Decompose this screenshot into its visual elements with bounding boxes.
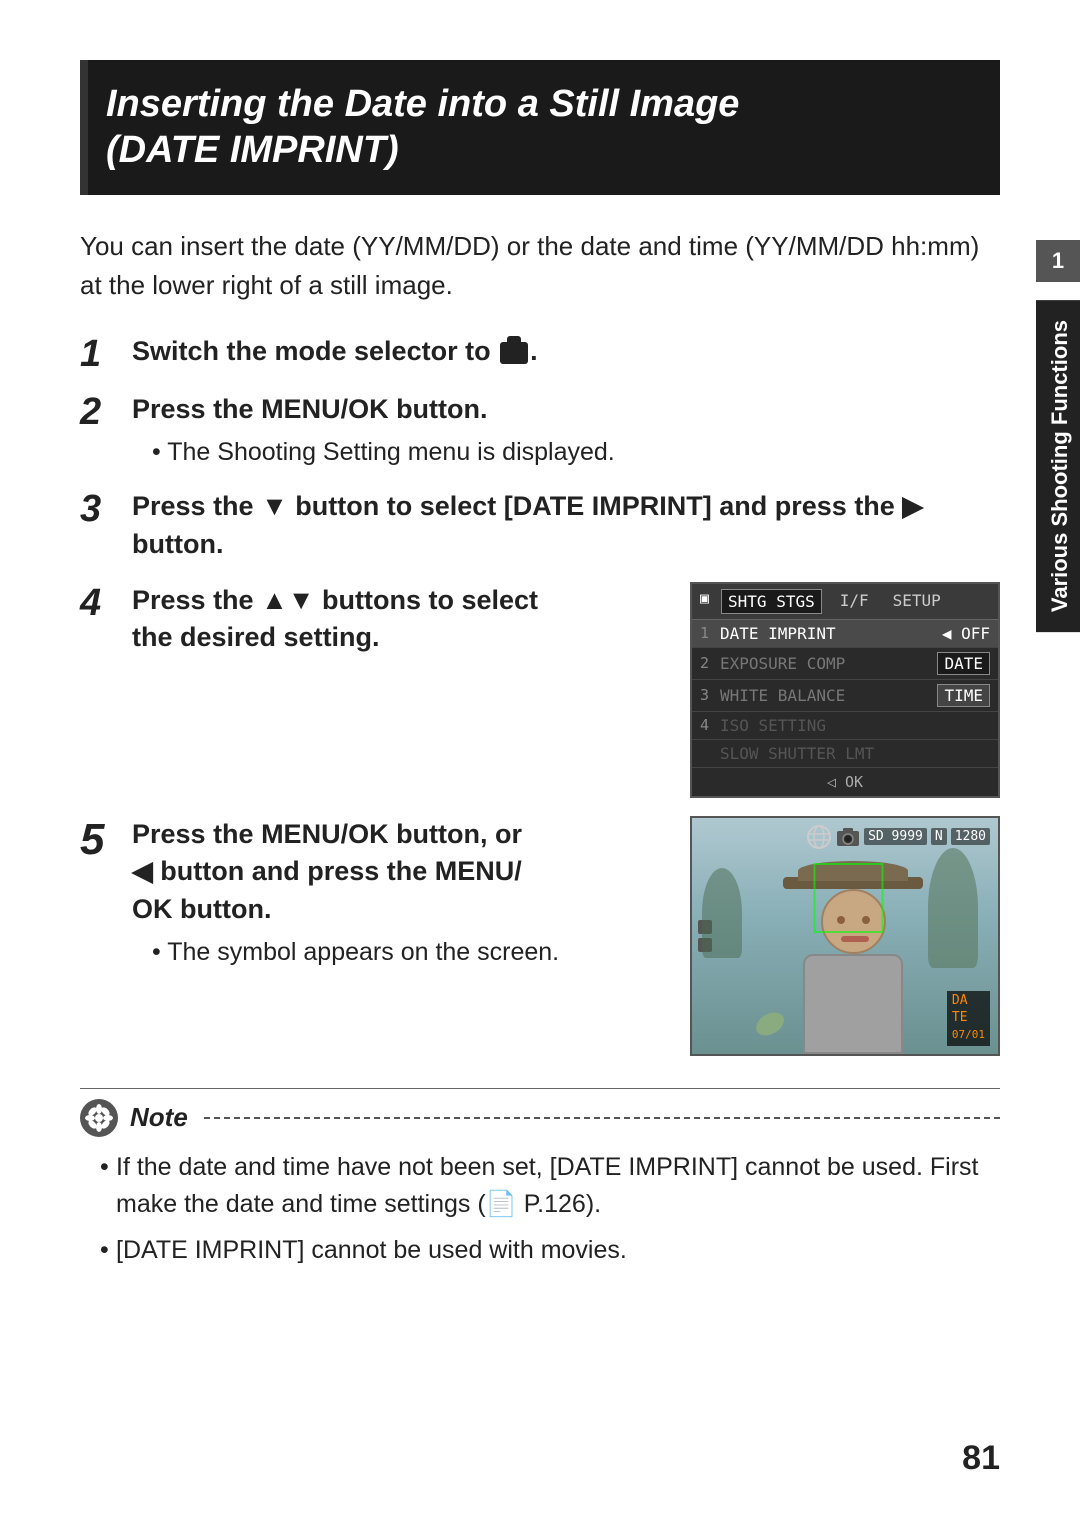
vf-globe-icon: [806, 824, 832, 850]
note-header: Note: [80, 1099, 1000, 1137]
vf-tree-2: [702, 868, 742, 958]
vf-resolution-label: 1280: [951, 828, 990, 845]
menu-row-4: 4 ISO SETTING: [692, 712, 998, 740]
step-number-2: 2: [80, 393, 132, 431]
step-number-3: 3: [80, 490, 132, 528]
step-1: 1 Switch the mode selector to .: [80, 333, 1000, 373]
note-items: If the date and time have not been set, …: [80, 1149, 1000, 1270]
step-content-1: Switch the mode selector to .: [132, 333, 1000, 371]
step-number-5: 5: [80, 818, 132, 862]
title-line1: Inserting the Date into a Still Image: [106, 82, 970, 128]
menu-row-3: 3 WHITE BALANCE TIME: [692, 680, 998, 712]
step-4-left: 4 Press the ▲▼ buttons to selectthe desi…: [80, 582, 660, 676]
menu-tab-setup: SETUP: [887, 589, 947, 614]
vf-sd-label: SD 9999: [864, 828, 927, 845]
menu-tab-shtg: SHTG STGS: [721, 589, 822, 614]
step-number-4: 4: [80, 584, 132, 622]
note-item-2: [DATE IMPRINT] cannot be used with movie…: [100, 1232, 1000, 1270]
title-line2: (DATE IMPRINT): [106, 128, 970, 174]
step-5-wrapper: 5 Press the MENU/OK button, or◀ button a…: [80, 816, 1000, 1056]
step-5: 5 Press the MENU/OK button, or◀ button a…: [80, 816, 660, 970]
page-number: 81: [962, 1439, 1000, 1478]
menu-screenshot: ▣ SHTG STGS I/F SETUP 1 DATE IMPRINT ◀ O…: [690, 582, 1000, 798]
vf-top-bar: SD 9999 N 1280: [806, 824, 990, 850]
step-number-1: 1: [80, 335, 132, 373]
menu-tab-if: I/F: [834, 589, 875, 614]
menu-row-5: SLOW SHUTTER LMT: [692, 740, 998, 768]
step-4: 4 Press the ▲▼ buttons to selectthe desi…: [80, 582, 660, 658]
step-5-sub: The symbol appears on the screen.: [132, 935, 660, 970]
vf-tree: [928, 848, 978, 968]
menu-tabs: ▣ SHTG STGS I/F SETUP: [692, 584, 998, 620]
menu-display: ▣ SHTG STGS I/F SETUP 1 DATE IMPRINT ◀ O…: [690, 582, 1000, 798]
step-content-5: Press the MENU/OK button, or◀ button and…: [132, 816, 660, 970]
menu-bottom: ◁ OK: [692, 768, 998, 796]
viewfinder-display: SD 9999 N 1280: [690, 816, 1000, 1056]
note-item-1: If the date and time have not been set, …: [100, 1149, 1000, 1224]
step-4-screenshot: ▣ SHTG STGS I/F SETUP 1 DATE IMPRINT ◀ O…: [690, 582, 1000, 798]
title-block: Inserting the Date into a Still Image (D…: [80, 60, 1000, 195]
step-4-wrapper: 4 Press the ▲▼ buttons to selectthe desi…: [80, 582, 1000, 798]
note-icon: [80, 1099, 118, 1137]
step-content-2: Press the MENU/OK button. The Shooting S…: [132, 391, 1000, 470]
intro-text: You can insert the date (YY/MM/DD) or th…: [80, 227, 1000, 305]
step-2: 2 Press the MENU/OK button. The Shooting…: [80, 391, 1000, 470]
vf-focus-frame: [814, 863, 884, 933]
menu-row-2: 2 EXPOSURE COMP DATE: [692, 648, 998, 680]
vf-mouth: [841, 936, 869, 942]
vf-camera-icon: [836, 827, 860, 847]
vf-body: [803, 954, 903, 1054]
note-dashes: [204, 1117, 1000, 1119]
vf-n-label: N: [931, 828, 947, 845]
step-content-4: Press the ▲▼ buttons to selectthe desire…: [132, 582, 660, 658]
step-5-left: 5 Press the MENU/OK button, or◀ button a…: [80, 816, 660, 988]
step-5-screenshot: SD 9999 N 1280: [690, 816, 1000, 1056]
note-flower-icon: [85, 1104, 113, 1132]
menu-row-1: 1 DATE IMPRINT ◀ OFF: [692, 620, 998, 648]
note-title: Note: [130, 1102, 188, 1133]
step-2-sub: The Shooting Setting menu is displayed.: [132, 435, 1000, 470]
vf-plant: [752, 1007, 788, 1039]
note-section: Note If the date and time have not been …: [80, 1088, 1000, 1270]
step-2-text: Press the MENU/OK button.: [132, 394, 488, 424]
vf-date-stamp: DA TE 07/01: [947, 991, 990, 1046]
step-content-3: Press the ▼ button to select [DATE IMPRI…: [132, 488, 1000, 564]
step-3: 3 Press the ▼ button to select [DATE IMP…: [80, 488, 1000, 564]
